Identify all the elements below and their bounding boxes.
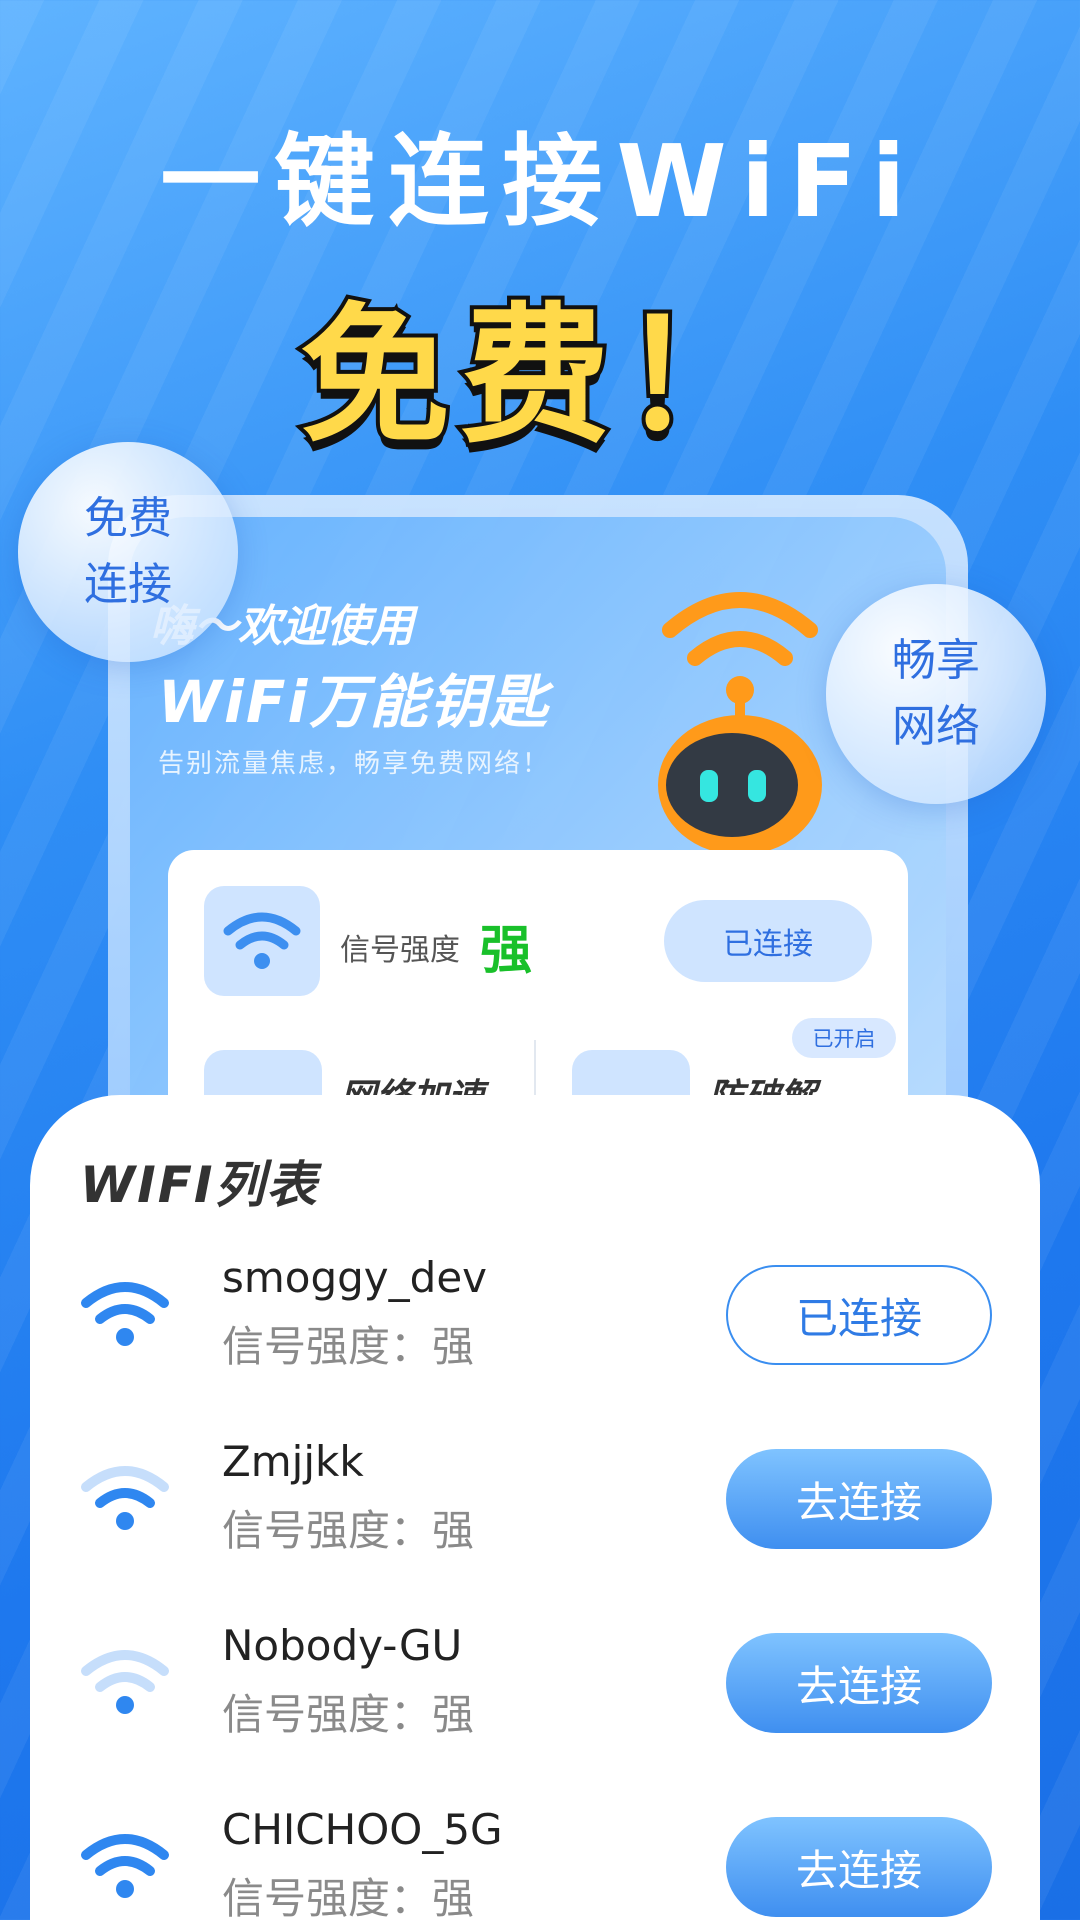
connect-button[interactable]: 去连接 xyxy=(726,1449,992,1549)
wifi-list-title: WIFI列表 xyxy=(80,1156,319,1214)
signal-strength-label: 信号强度 xyxy=(340,933,460,968)
enjoy-network-label: 畅享 网络 xyxy=(892,635,980,752)
wifi-ssid: CHICHOO_5G xyxy=(222,1805,503,1854)
robot-mascot-icon xyxy=(658,592,822,850)
wifi-icon xyxy=(223,912,301,969)
connect-button[interactable]: 去连接 xyxy=(726,1817,992,1917)
wifi-signal-text: 信号强度：强 xyxy=(222,1322,475,1371)
free-connect-bubble: 免费 连接 xyxy=(18,442,238,662)
wifi-signal-full-icon xyxy=(81,1834,169,1898)
wifi-signal-medium-icon xyxy=(81,1466,169,1530)
wifi-list-item[interactable]: CHICHOO_5G 信号强度：强 去连接 xyxy=(30,1797,1040,1920)
wifi-ssid: Nobody-GU xyxy=(222,1621,463,1670)
wifi-signal-text: 信号强度：强 xyxy=(222,1874,475,1920)
wifi-status-tile xyxy=(204,886,320,996)
enjoy-network-bubble: 畅享 网络 xyxy=(826,584,1046,804)
connection-status-button[interactable]: 已连接 xyxy=(664,900,872,982)
wifi-signal-weak-icon xyxy=(81,1650,169,1714)
enabled-badge: 已开启 xyxy=(792,1018,896,1058)
app-tagline: 告别流量焦虑，畅享免费网络！ xyxy=(158,749,551,779)
signal-strength-value: 强 xyxy=(480,921,533,981)
hero-title: 一键连接WiFi xyxy=(160,123,920,240)
wifi-ssid: smoggy_dev xyxy=(222,1253,488,1302)
wifi-signal-full-icon xyxy=(81,1282,169,1346)
free-connect-label: 免费 连接 xyxy=(84,493,172,610)
wifi-ssid: Zmjjkk xyxy=(222,1437,364,1486)
wifi-list-sheet: WIFI列表 smoggy_dev 信号强度：强 已连接 Zmjjkk 信号强度… xyxy=(30,1095,1040,1920)
hero-subtitle: 免费！ xyxy=(296,286,780,468)
connect-button[interactable]: 去连接 xyxy=(726,1633,992,1733)
wifi-signal-text: 信号强度：强 xyxy=(222,1690,475,1739)
wifi-signal-text: 信号强度：强 xyxy=(222,1506,475,1555)
connected-button[interactable]: 已连接 xyxy=(726,1265,992,1365)
wifi-list-item[interactable]: smoggy_dev 信号强度：强 已连接 xyxy=(30,1245,1040,1405)
wifi-list-item[interactable]: Zmjjkk 信号强度：强 去连接 xyxy=(30,1429,1040,1589)
app-name: WiFi万能钥匙 xyxy=(158,668,550,736)
wifi-list-item[interactable]: Nobody-GU 信号强度：强 去连接 xyxy=(30,1613,1040,1773)
